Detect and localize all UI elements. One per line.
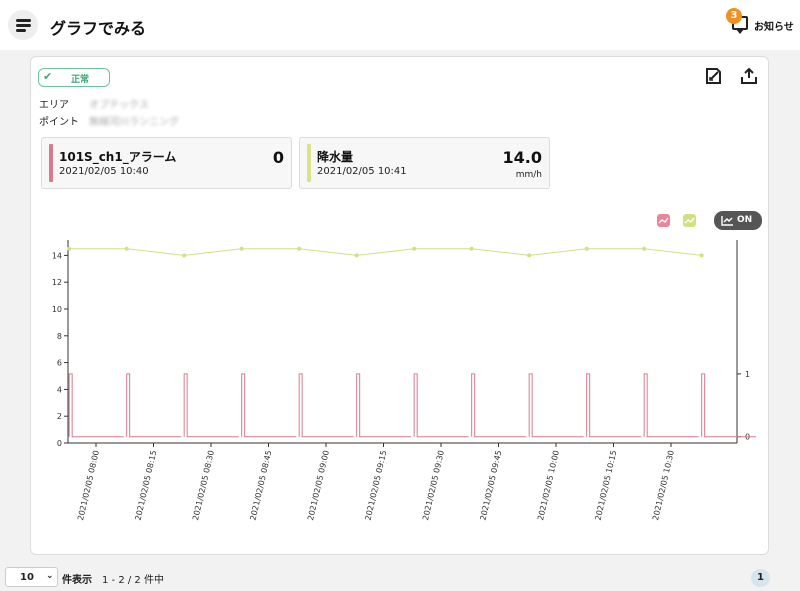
page-number-button[interactable]: 1 [751,569,770,587]
y-tick-label: 14 [52,251,62,260]
alarm-pulse [528,373,584,438]
rainfall-point [699,253,704,258]
y-tick-label: 4 [57,385,62,394]
alarm-pulse [701,373,757,438]
y-tick-label: 2 [57,412,62,421]
rainfall-point [412,246,417,251]
record-count: 1 - 2 / 2 件中 [102,575,164,586]
rainfall-point [182,253,187,258]
y-tick-label: 6 [57,359,62,368]
x-tick-label: 2021/02/05 09:30 [421,449,446,521]
x-tick-label: 2021/02/05 10:15 [594,449,619,521]
alarm-pulse [413,373,469,438]
rainfall-point [584,246,589,251]
y-tick-label: 8 [57,332,62,341]
x-tick-label: 2021/02/05 10:00 [536,449,561,521]
y-right-tick-label: 1 [745,370,750,379]
rainfall-point [642,246,647,251]
alarm-pulse [126,373,182,438]
alarm-pulse [183,373,239,438]
rainfall-line [69,248,702,256]
x-tick-label: 2021/02/05 09:45 [479,449,504,521]
rainfall-point [67,246,72,251]
alarm-pulse [68,373,124,438]
y-tick-label: 0 [57,439,62,448]
rainfall-point [469,246,474,251]
x-tick-label: 2021/02/05 09:00 [306,449,331,521]
x-tick-label: 2021/02/05 09:15 [364,449,389,521]
y-tick-label: 12 [52,278,62,287]
per-page-select[interactable]: 10 ⌄ [5,567,58,587]
x-tick-label: 2021/02/05 08:45 [249,449,274,521]
x-tick-label: 2021/02/05 08:00 [76,449,101,521]
chevron-down-icon: ⌄ [46,571,54,581]
x-tick-label: 2021/02/05 10:30 [651,449,676,521]
x-tick-label: 2021/02/05 08:30 [191,449,216,521]
rainfall-point [354,253,359,258]
alarm-pulse [471,373,527,438]
y-tick-label: 10 [52,305,62,314]
x-tick-label: 2021/02/05 08:15 [134,449,159,521]
rainfall-point [239,246,244,251]
per-page-value: 10 [20,572,34,583]
pagination-bar: 10 ⌄ 件表示 1 - 2 / 2 件中 1 [0,562,800,591]
per-page-label: 件表示 [62,575,92,586]
alarm-pulse [241,373,297,438]
sensor-chart: 02468101214012021/02/05 08:00 2021/02/05 … [52,240,757,521]
alarm-pulse [298,373,354,438]
rainfall-point [527,253,532,258]
rainfall-point [297,246,302,251]
alarm-pulse [356,373,412,438]
alarm-pulse [643,373,699,438]
alarm-pulse [586,373,642,438]
rainfall-point [124,246,129,251]
